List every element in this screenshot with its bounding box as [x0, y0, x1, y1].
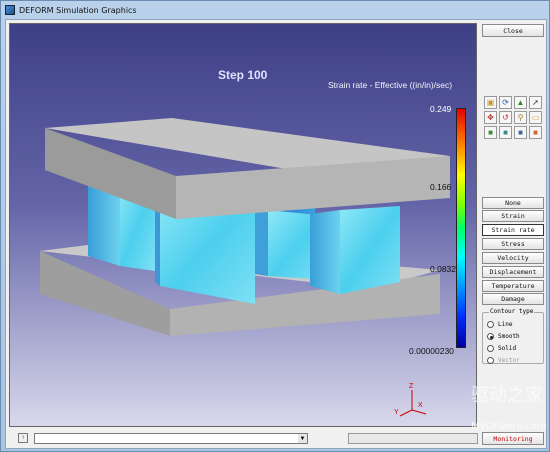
variable-displacement-button[interactable]: Displacement: [482, 266, 544, 278]
watermark-en: MyDrivers.com: [471, 421, 547, 432]
toolbar-grid: ▣ ⟳ ▲ ➚ ✥ ↺ ⚲ ▭ ■ ■ ■ ■: [484, 96, 542, 139]
axis-x-label: X: [418, 402, 423, 409]
variable-strain-rate-button[interactable]: Strain rate: [482, 224, 544, 236]
fit-icon[interactable]: ▭: [529, 111, 542, 124]
contour-solid-radio[interactable]: Solid: [487, 345, 516, 352]
status-bar: ↑ ▼ Monitoring: [6, 430, 546, 448]
variable-stress-button[interactable]: Stress: [482, 238, 544, 250]
step-dropdown[interactable]: ▼: [34, 433, 308, 444]
variable-velocity-button[interactable]: Velocity: [482, 252, 544, 264]
axis-z-label: Z: [409, 383, 414, 390]
legend-tick-min: 0.00000230: [409, 346, 454, 356]
variable-damage-button[interactable]: Damage: [482, 293, 544, 305]
contour-smooth-radio[interactable]: Smooth: [487, 333, 520, 340]
legend-colorbar: [456, 108, 466, 348]
contour-type-label: Contour type: [489, 308, 535, 315]
legend-tick-2: 0.166: [430, 182, 452, 192]
window-title: DEFORM Simulation Graphics: [19, 5, 137, 15]
client-area: Step 100 Strain rate - Effective ((in/in…: [5, 19, 547, 449]
axis-y-label: Y: [394, 409, 399, 416]
contour-line-radio[interactable]: Line: [487, 321, 512, 328]
zoom-icon[interactable]: ⚲: [514, 111, 527, 124]
view-cube-top-icon[interactable]: ■: [514, 126, 527, 139]
title-bar: DEFORM Simulation Graphics: [1, 1, 549, 19]
monitoring-button[interactable]: Monitoring: [482, 432, 544, 445]
variable-none-button[interactable]: None: [482, 197, 544, 209]
progress-bar: [348, 433, 478, 444]
watermark-cn: 驱动之家: [471, 385, 543, 406]
chevron-down-icon[interactable]: ▼: [298, 434, 307, 443]
view-cube-front-icon[interactable]: ■: [484, 126, 497, 139]
open-folder-icon[interactable]: ▣: [484, 96, 497, 109]
variable-strain-button[interactable]: Strain: [482, 210, 544, 222]
axis-triad-icon: Z X Y: [394, 383, 427, 417]
variable-temperature-button[interactable]: Temperature: [482, 280, 544, 292]
view-cube-side-icon[interactable]: ■: [499, 126, 512, 139]
pointer-icon[interactable]: ➚: [529, 96, 542, 109]
app-icon: [5, 5, 15, 15]
legend-tick-max: 0.249: [430, 104, 452, 114]
undo-rotate-icon[interactable]: ↺: [499, 111, 512, 124]
pan-icon[interactable]: ✥: [484, 111, 497, 124]
contour-vector-radio: Vector: [487, 357, 520, 364]
view-cube-iso-icon[interactable]: ■: [529, 126, 542, 139]
small-arrow-button[interactable]: ↑: [18, 433, 28, 443]
select-icon[interactable]: ▲: [514, 96, 527, 109]
graphics-viewport[interactable]: Step 100 Strain rate - Effective ((in/in…: [9, 23, 477, 427]
close-button[interactable]: Close: [482, 24, 544, 37]
rotate-icon[interactable]: ⟳: [499, 96, 512, 109]
app-window: DEFORM Simulation Graphics Step 100 Stra…: [0, 0, 550, 452]
contour-type-group: Contour type Line Smooth Solid Vector: [482, 308, 544, 364]
legend-tick-3: 0.0832: [430, 264, 456, 274]
simulation-model[interactable]: [10, 24, 477, 427]
